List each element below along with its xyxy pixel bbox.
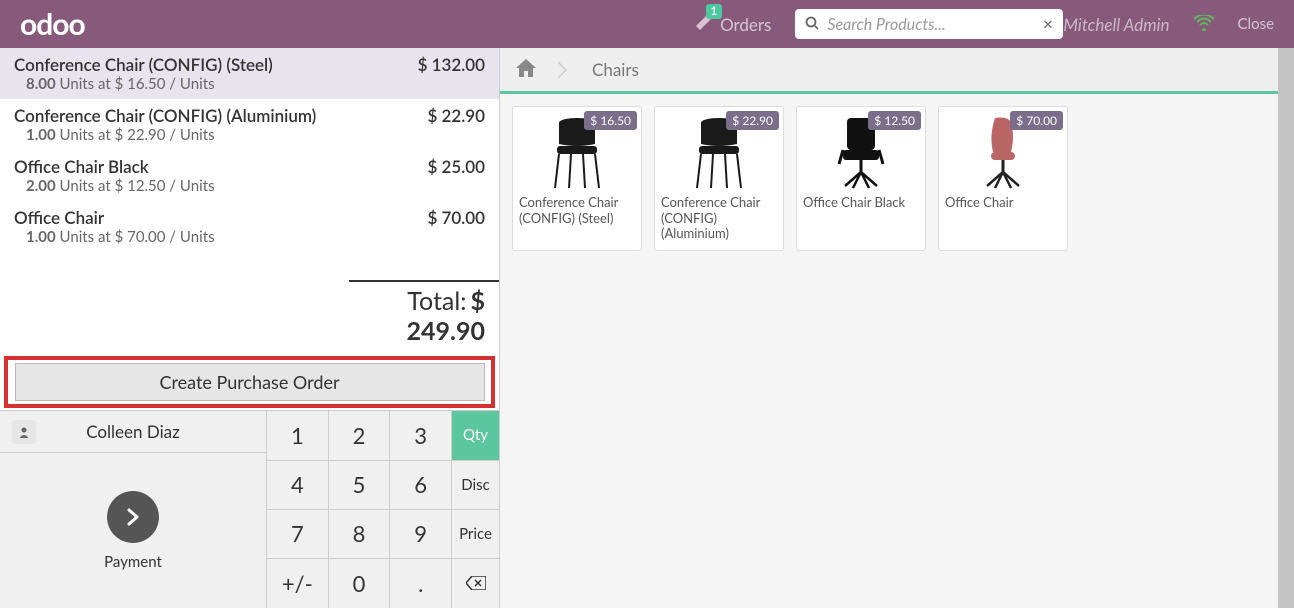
numpad-7[interactable]: 7 — [266, 510, 328, 559]
numpad-6[interactable]: 6 — [389, 461, 451, 510]
create-purchase-order-button[interactable]: Create Purchase Order — [15, 363, 485, 401]
order-panel: Conference Chair (CONFIG) (Steel) 8.00 U… — [0, 48, 500, 608]
order-total: Total:$ 249.90 — [349, 280, 499, 350]
product-card[interactable]: $ 12.50 Office Chair Black — [796, 106, 926, 251]
app-header: odoo 1 Orders ✕ Mitchell Admin Close — [0, 0, 1294, 48]
product-panel: Chairs $ 16.50 Conference Chair (CONFIG)… — [500, 48, 1294, 608]
price-tag: $ 22.90 — [726, 111, 779, 130]
numpad-8[interactable]: 8 — [328, 510, 390, 559]
price-tag: $ 12.50 — [868, 111, 921, 130]
chevron-right-icon — [558, 61, 570, 79]
search-icon — [805, 15, 819, 34]
numpad: 1 2 3 Qty 4 5 6 Disc 7 8 9 Price +/- 0 . — [266, 411, 499, 608]
product-grid: $ 16.50 Conference Chair (CONFIG) (Steel… — [500, 94, 1294, 263]
numpad-5[interactable]: 5 — [328, 461, 390, 510]
numpad-price[interactable]: Price — [451, 510, 499, 559]
product-card[interactable]: $ 70.00 Office Chair — [938, 106, 1068, 251]
breadcrumb: Chairs — [500, 48, 1294, 94]
orders-button[interactable]: 1 Orders — [694, 12, 771, 36]
numpad-dot[interactable]: . — [389, 559, 451, 608]
product-card[interactable]: $ 22.90 Conference Chair (CONFIG) (Alumi… — [654, 106, 784, 251]
close-button[interactable]: Close — [1238, 15, 1274, 33]
clear-search-icon[interactable]: ✕ — [1042, 16, 1053, 33]
user-name: Mitchell Admin — [1063, 14, 1169, 35]
payment-button[interactable]: Payment — [0, 453, 266, 608]
numpad-disc[interactable]: Disc — [451, 461, 499, 510]
wifi-icon — [1194, 13, 1214, 35]
chevron-right-icon — [107, 491, 159, 543]
search-box[interactable]: ✕ — [795, 9, 1063, 39]
ticket-icon: 1 — [694, 12, 714, 36]
order-line[interactable]: Office Chair 1.00 Units at $ 70.00 / Uni… — [0, 201, 499, 252]
numpad-2[interactable]: 2 — [328, 411, 390, 460]
order-line[interactable]: Conference Chair (CONFIG) (Steel) 8.00 U… — [0, 48, 499, 99]
order-line[interactable]: Conference Chair (CONFIG) (Aluminium) 1.… — [0, 99, 499, 150]
order-lines: Conference Chair (CONFIG) (Steel) 8.00 U… — [0, 48, 499, 252]
numpad-4[interactable]: 4 — [266, 461, 328, 510]
numpad-3[interactable]: 3 — [389, 411, 451, 460]
orders-count-badge: 1 — [706, 4, 722, 19]
numpad-backspace[interactable] — [451, 559, 499, 608]
price-tag: $ 70.00 — [1010, 111, 1063, 130]
odoo-logo: odoo — [20, 6, 85, 42]
backspace-icon — [466, 576, 486, 590]
scrollbar[interactable] — [1278, 48, 1294, 608]
home-icon[interactable] — [516, 59, 536, 81]
orders-label: Orders — [720, 14, 771, 35]
numpad-qty[interactable]: Qty — [451, 411, 499, 460]
person-icon — [12, 420, 36, 444]
product-card[interactable]: $ 16.50 Conference Chair (CONFIG) (Steel… — [512, 106, 642, 251]
customer-button[interactable]: Colleen Diaz — [0, 411, 266, 453]
create-purchase-order-highlight: Create Purchase Order — [4, 356, 495, 408]
numpad-0[interactable]: 0 — [328, 559, 390, 608]
search-input[interactable] — [827, 15, 1042, 34]
breadcrumb-category[interactable]: Chairs — [592, 59, 639, 80]
numpad-plusminus[interactable]: +/- — [266, 559, 328, 608]
price-tag: $ 16.50 — [584, 111, 637, 130]
order-line[interactable]: Office Chair Black 2.00 Units at $ 12.50… — [0, 150, 499, 201]
numpad-1[interactable]: 1 — [266, 411, 328, 460]
numpad-9[interactable]: 9 — [389, 510, 451, 559]
